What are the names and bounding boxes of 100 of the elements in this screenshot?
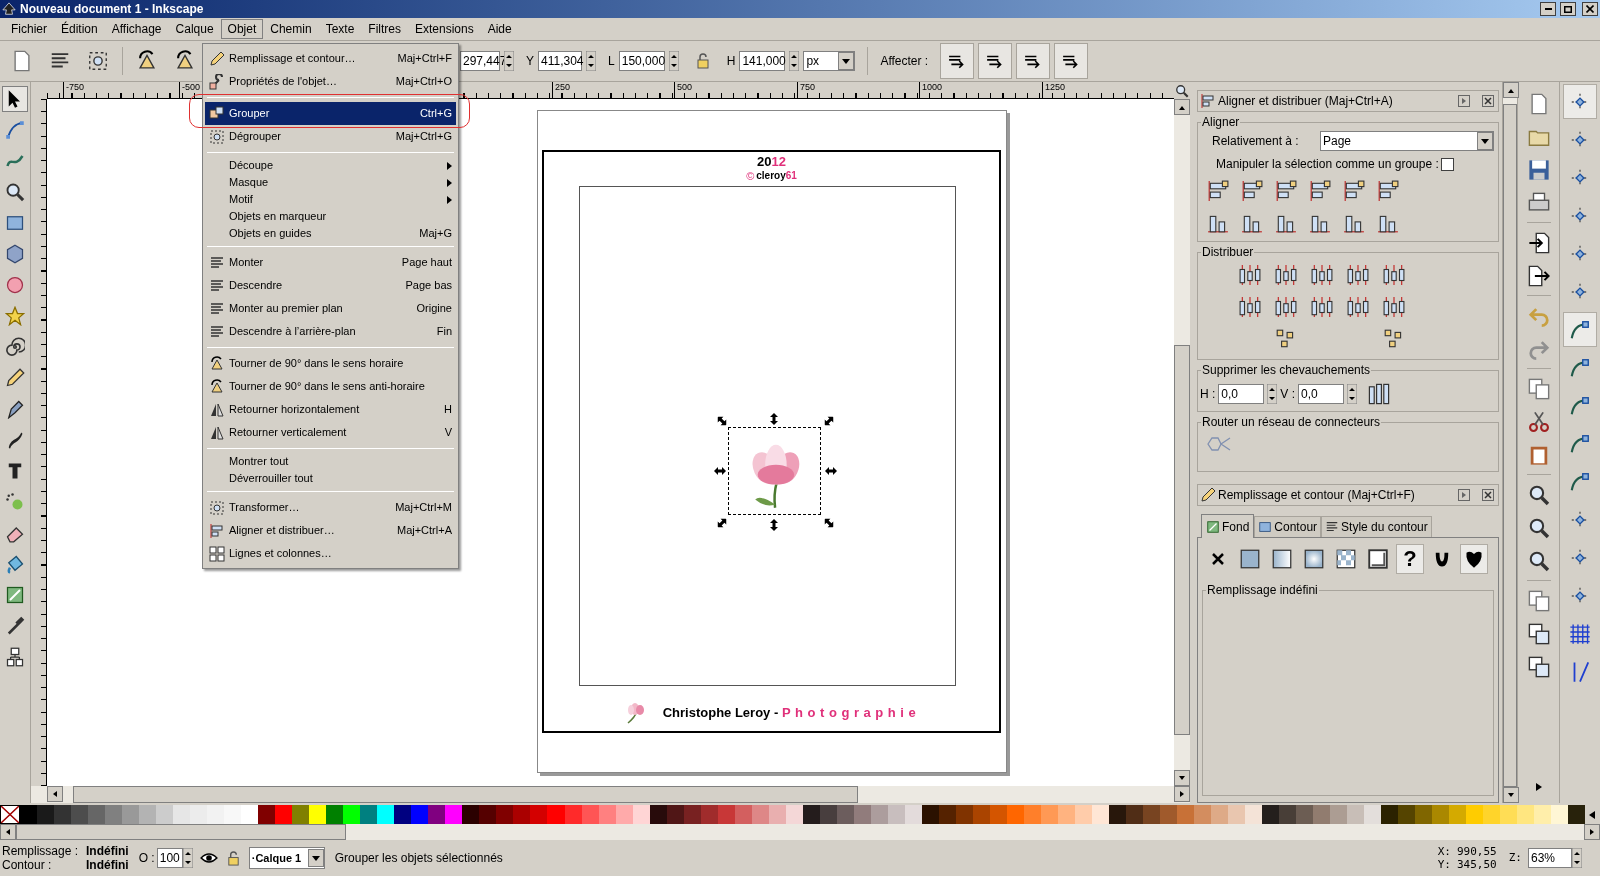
menu-item[interactable]: Lignes et colonnes… (205, 542, 456, 565)
menu-item-label: Transformer… (229, 500, 301, 516)
menu-item-label: Retourner verticalement (229, 425, 348, 441)
menu-item[interactable]: Descendre à l’arrière-plan Fin (205, 320, 456, 343)
menu-item[interactable]: Objets en marqueur (205, 208, 456, 225)
tab[interactable]: Style du contour (1321, 516, 1432, 537)
h-gap-field[interactable]: 0,0 (1218, 384, 1265, 404)
v-gap-field[interactable]: 0,0 (1298, 384, 1344, 404)
stroke-label: Contour : (2, 858, 53, 872)
shortcut-label: Fin (436, 324, 452, 340)
menu-item[interactable]: Masque (205, 174, 456, 191)
menu-item-label: Tourner de 90° dans le sens horaire (229, 356, 405, 372)
menu-item-label: Descendre à l’arrière-plan (229, 324, 357, 340)
shortcut-label: V (444, 425, 452, 441)
layer-dropdown[interactable]: ·Calque 1 (248, 847, 325, 869)
menu-item[interactable]: Tourner de 90° dans le sens horaire (205, 352, 456, 375)
unit-dropdown[interactable]: px (803, 51, 856, 71)
fill-value: Indéfini (86, 844, 129, 858)
menu-item[interactable]: Calque (168, 19, 221, 39)
menu-item[interactable]: Monter Page haut (205, 251, 456, 274)
menu-item[interactable]: Transformer… Maj+Ctrl+M (205, 496, 456, 519)
menu-item[interactable]: Objets en guides Maj+G (205, 225, 456, 242)
footer-text: Photographie (781, 705, 921, 721)
stroke-value: Indéfini (86, 858, 129, 872)
h-gap-label: H : (1200, 386, 1216, 403)
panel-title: Aligner et distribuer (Maj+Ctrl+A) (1218, 93, 1394, 110)
menu-item[interactable]: Déverrouiller tout (205, 470, 456, 487)
menu-item[interactable]: Montrer tout (205, 453, 456, 470)
menu-item-label: Objets en marqueur (229, 209, 328, 225)
section-label: Supprimer les chevauchements (1201, 363, 1372, 377)
menu-item[interactable]: Propriétés de l'objet… Maj+Ctrl+O (205, 70, 456, 93)
menu-item[interactable]: Fichier (4, 19, 54, 39)
y-coordinate: 345,50 (1457, 858, 1497, 871)
menu-item-label: Découpe (229, 158, 275, 174)
menu-item-label: Déverrouiller tout (229, 471, 314, 487)
affect-label: Affecter : (880, 53, 929, 70)
menu-item[interactable]: Tourner de 90° dans le sens anti-horaire (205, 375, 456, 398)
shortcut-label: Maj+Ctrl+M (395, 500, 452, 516)
shortcut-label: Maj+Ctrl+G (395, 129, 452, 145)
footer-text: Christophe Leroy - (662, 705, 780, 721)
menu-item[interactable]: Chemin (263, 19, 319, 39)
section-label: Remplissage indéfini (1206, 583, 1319, 597)
ruler-label: -750 (63, 82, 84, 98)
copyright-mark: © (746, 170, 755, 182)
group-option-label: Manipuler la sélection comme un groupe : (1216, 156, 1440, 173)
menu-item-label: Descendre (229, 278, 284, 294)
shortcut-label: Maj+G (419, 226, 452, 242)
paint-mode-button[interactable]: ? (1396, 544, 1424, 574)
relative-to-dropdown[interactable]: Page (1320, 131, 1494, 151)
y-field[interactable]: 411,304 (538, 51, 582, 71)
zoom-field[interactable]: 63% (1528, 848, 1572, 868)
menu-item[interactable]: Texte (318, 19, 362, 39)
menu-item-label: Grouper (229, 106, 271, 122)
height-label: H (726, 53, 736, 70)
menu-item-label: Remplissage et contour… (229, 51, 357, 67)
menu-item[interactable]: Dégrouper Maj+Ctrl+G (205, 125, 456, 148)
ruler-label: 1250 (1042, 82, 1066, 98)
x-coordinate: 990,55 (1457, 845, 1497, 858)
menu-item[interactable]: Descendre Page bas (205, 274, 456, 297)
ruler-label: 750 (797, 82, 816, 98)
menu-item-label: Retourner horizontalement (229, 402, 361, 418)
zoom-label: Z: (1508, 849, 1522, 866)
menu-item[interactable]: Découpe (205, 157, 456, 174)
credit-text: 61 (785, 170, 797, 181)
height-field[interactable]: 141,000 (739, 51, 786, 71)
menu-item-label: Tourner de 90° dans le sens anti-horaire (229, 379, 426, 395)
menu-item-label: Monter au premier plan (229, 301, 344, 317)
ruler-label: 1000 (919, 82, 943, 98)
menu-item[interactable]: Retourner horizontalement H (205, 398, 456, 421)
tab[interactable]: Contour (1254, 516, 1322, 537)
menu-item[interactable]: Aligner et distribuer… Maj+Ctrl+A (205, 519, 456, 542)
menu-item[interactable]: Aide (480, 19, 519, 39)
menu-item[interactable]: Objet (220, 19, 264, 39)
x-coordinate-label: X: (1437, 845, 1451, 858)
width-field[interactable]: 150,000 (618, 51, 665, 71)
menu-item[interactable]: Affichage (104, 19, 169, 39)
ruler-label: 250 (552, 82, 571, 98)
menu-item[interactable]: Monter au premier plan Origine (205, 297, 456, 320)
shortcut-label: Ctrl+G (419, 106, 452, 122)
section-label: Distribuer (1201, 245, 1255, 259)
menu-item[interactable]: Retourner verticalement V (205, 421, 456, 444)
y-coordinate-label: Y: (1437, 858, 1451, 871)
shortcut-label: Origine (416, 301, 452, 317)
v-gap-label: V : (1280, 386, 1295, 403)
year-heading: 20 (757, 154, 772, 169)
status-message: Grouper les objets sélectionnés (334, 850, 504, 867)
menu-item[interactable]: Filtres (361, 19, 408, 39)
y-label: Y (526, 53, 534, 70)
ruler-label: 500 (674, 82, 693, 98)
menu-item[interactable]: Édition (54, 19, 105, 39)
opacity-field[interactable]: 100 (156, 848, 183, 868)
section-label: Aligner (1201, 115, 1241, 129)
menu-item[interactable]: Remplissage et contour… Maj+Ctrl+F (205, 47, 456, 70)
tab[interactable]: Fond (1201, 514, 1255, 538)
shortcut-label: Page bas (405, 278, 452, 294)
menu-item[interactable]: Grouper Ctrl+G (205, 102, 456, 125)
shortcut-label: H (444, 402, 452, 418)
menu-item[interactable]: Extensions (408, 19, 481, 39)
menu-item-label: Masque (229, 175, 270, 191)
menu-item[interactable]: Motif (205, 191, 456, 208)
